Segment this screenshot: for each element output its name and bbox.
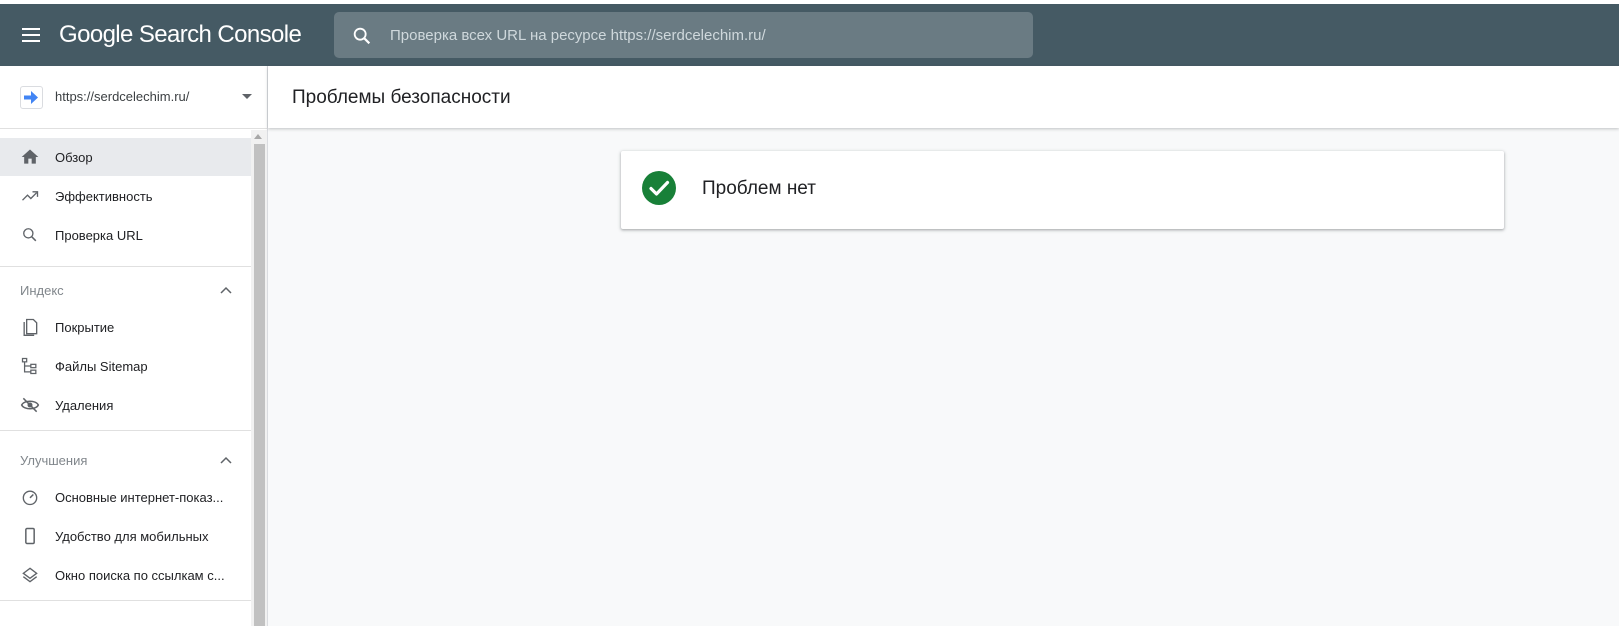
sidebar-item-label: Файлы Sitemap bbox=[55, 359, 148, 374]
sidebar-item-label: Проверка URL bbox=[55, 228, 143, 243]
property-arrow-icon bbox=[20, 86, 43, 109]
app-brand[interactable]: Google Search Console bbox=[59, 21, 302, 49]
divider bbox=[0, 600, 251, 601]
search-icon bbox=[20, 225, 40, 245]
scroll-up-arrow-icon[interactable] bbox=[254, 134, 262, 139]
top-app-bar: Google Search Console bbox=[0, 4, 1619, 66]
sidebar-item-performance[interactable]: Эффективность bbox=[0, 177, 251, 215]
sidebar-item-label: Эффективность bbox=[55, 189, 153, 204]
menu-icon[interactable] bbox=[18, 23, 46, 47]
status-card: Проблем нет bbox=[621, 151, 1504, 229]
sidebar-item-core-web-vitals[interactable]: Основные интернет-показ... bbox=[0, 478, 251, 516]
sidebar-item-label: Удобство для мобильных bbox=[55, 529, 209, 544]
sidebar-item-label: Основные интернет-показ... bbox=[55, 490, 224, 505]
check-circle-icon bbox=[642, 171, 676, 205]
url-inspection-search[interactable] bbox=[334, 12, 1033, 58]
divider bbox=[0, 430, 251, 431]
sidebar-item-url-inspection[interactable]: Проверка URL bbox=[0, 216, 251, 254]
search-icon bbox=[351, 25, 373, 47]
sidebar-item-coverage[interactable]: Покрытие bbox=[0, 308, 251, 346]
sidebar-scrollbar[interactable] bbox=[251, 130, 267, 626]
home-icon bbox=[20, 147, 40, 167]
chevron-up-icon bbox=[219, 283, 233, 295]
section-title: Индекс bbox=[20, 283, 64, 298]
chevron-up-icon bbox=[219, 453, 233, 465]
page-header: Проблемы безопасности bbox=[268, 66, 1619, 128]
sidebar-item-removals[interactable]: Удаления bbox=[0, 386, 251, 424]
sidebar-item-label: Удаления bbox=[55, 398, 114, 413]
section-title: Улучшения bbox=[20, 453, 88, 468]
dropdown-arrow-icon bbox=[242, 94, 252, 99]
sidebar-item-mobile-usability[interactable]: Удобство для мобильных bbox=[0, 517, 251, 555]
property-url: https://serdcelechim.ru/ bbox=[55, 89, 190, 104]
status-message: Проблем нет bbox=[702, 178, 816, 199]
removals-icon bbox=[20, 395, 40, 415]
layers-icon bbox=[20, 565, 40, 585]
mobile-icon bbox=[20, 526, 40, 546]
coverage-icon bbox=[20, 317, 40, 337]
trending-up-icon bbox=[20, 186, 40, 206]
sidebar-item-overview[interactable]: Обзор bbox=[0, 138, 251, 176]
main-content: Проблемы безопасности Проблем нет bbox=[268, 66, 1619, 626]
sidebar-item-sitemaps[interactable]: Файлы Sitemap bbox=[0, 347, 251, 385]
divider bbox=[0, 266, 251, 267]
sidebar: https://serdcelechim.ru/ Обзор Эффективн… bbox=[0, 66, 268, 626]
sidebar-item-label: Окно поиска по ссылкам с... bbox=[55, 568, 225, 583]
sidebar-item-label: Обзор bbox=[55, 150, 93, 165]
page-title: Проблемы безопасности bbox=[292, 87, 511, 108]
search-input[interactable] bbox=[390, 12, 1010, 58]
property-selector[interactable]: https://serdcelechim.ru/ bbox=[0, 66, 267, 129]
sitemap-icon bbox=[20, 356, 40, 376]
sidebar-item-label: Покрытие bbox=[55, 320, 115, 335]
section-header-index[interactable]: Индекс bbox=[0, 270, 251, 308]
scroll-thumb[interactable] bbox=[254, 144, 265, 626]
sidebar-item-sitelinks-searchbox[interactable]: Окно поиска по ссылкам с... bbox=[0, 556, 251, 594]
section-header-enhancements[interactable]: Улучшения bbox=[0, 440, 251, 478]
speed-icon bbox=[20, 487, 40, 507]
